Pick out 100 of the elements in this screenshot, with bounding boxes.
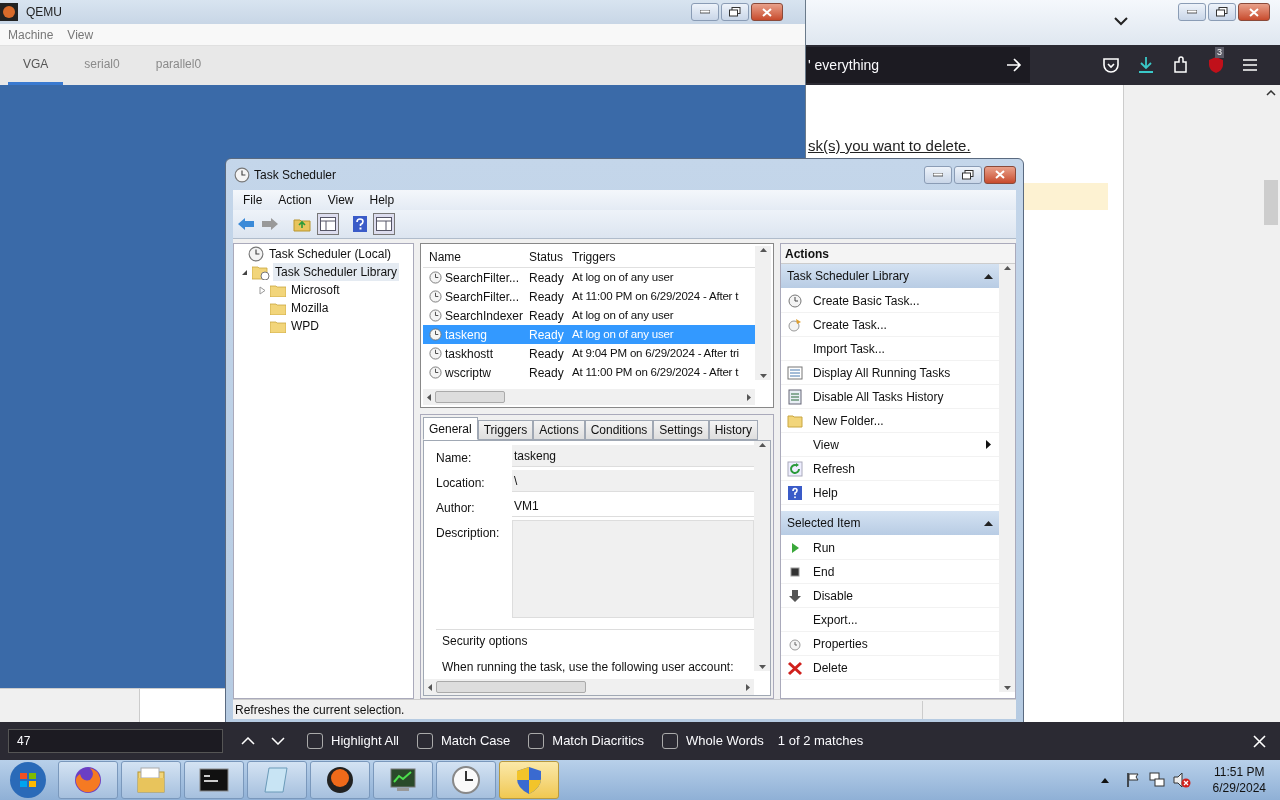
scroll-down-icon[interactable] xyxy=(1003,686,1011,690)
show-action-pane-button[interactable] xyxy=(373,213,395,235)
command-item[interactable]: New Folder... xyxy=(781,409,999,433)
scroll-up-icon[interactable] xyxy=(758,443,766,447)
section-header[interactable]: Selected Item xyxy=(781,511,999,535)
menu-item[interactable]: Machine xyxy=(8,25,54,44)
tab[interactable]: Actions xyxy=(533,420,585,440)
download-icon[interactable] xyxy=(1137,56,1155,74)
command-item[interactable]: Refresh xyxy=(781,457,999,481)
help-icon[interactable] xyxy=(353,216,367,232)
menu-item[interactable]: File xyxy=(243,191,263,209)
security-text: When running the task, use the following user account: xyxy=(442,659,735,676)
scroll-thumb[interactable] xyxy=(436,681,586,693)
folder-up-icon[interactable] xyxy=(293,216,311,232)
arrow-right-icon[interactable] xyxy=(1006,58,1022,72)
close-button[interactable] xyxy=(984,165,1016,184)
scroll-left-icon[interactable] xyxy=(427,393,431,401)
task-row[interactable]: wscriptw Ready At 11:00 PM on 6/29/2024 - After t xyxy=(423,363,755,382)
close-button[interactable] xyxy=(1238,3,1270,21)
horizontal-scrollbar[interactable] xyxy=(424,679,754,695)
tab[interactable]: Settings xyxy=(653,420,709,440)
column-header[interactable]: Name xyxy=(423,247,523,266)
tab[interactable]: General xyxy=(423,417,478,440)
tree-item[interactable]: Task Scheduler (Local) xyxy=(267,245,394,263)
command-item[interactable]: Run xyxy=(781,536,999,560)
restore-button[interactable] xyxy=(954,165,982,184)
horizontal-scrollbar[interactable] xyxy=(423,389,755,405)
tree-item[interactable]: Mozilla xyxy=(289,299,331,317)
collapse-icon[interactable] xyxy=(984,520,993,526)
pocket-icon[interactable] xyxy=(1102,56,1120,74)
taskbar-button[interactable] xyxy=(373,761,433,799)
task-row[interactable]: taskhostt Ready At 9:04 PM on 6/29/2024 - After tri xyxy=(423,344,755,363)
command-item[interactable]: View xyxy=(781,433,999,457)
task-row[interactable]: SearchFilter... Ready At log on of any user xyxy=(423,268,755,287)
checkbox[interactable] xyxy=(662,733,679,749)
task-row[interactable]: SearchFilter... Ready At 11:00 PM on 6/29/2024 - After t xyxy=(423,287,755,306)
collapse-icon[interactable] xyxy=(984,273,993,279)
speaker-muted-icon[interactable] xyxy=(1172,772,1191,788)
clock-time[interactable]: 11:51 PM xyxy=(1214,764,1265,780)
command-item[interactable]: End xyxy=(781,560,999,584)
close-icon[interactable] xyxy=(1253,734,1266,748)
puzzle-icon[interactable] xyxy=(1172,56,1190,74)
scroll-right-icon[interactable] xyxy=(746,683,750,691)
show-pane-button[interactable] xyxy=(317,213,339,235)
taskbar-button[interactable] xyxy=(184,761,244,799)
checkbox[interactable] xyxy=(416,733,433,749)
network-icon[interactable] xyxy=(1148,772,1165,788)
chevron-up-icon[interactable] xyxy=(241,737,255,745)
scroll-down-icon[interactable] xyxy=(759,374,767,378)
find-field[interactable]: 47 xyxy=(8,729,223,753)
section-header[interactable]: Task Scheduler Library xyxy=(781,264,999,288)
close-button[interactable] xyxy=(751,3,783,21)
restore-button[interactable] xyxy=(1208,3,1236,21)
tab[interactable]: Conditions xyxy=(584,420,654,440)
scrollbar[interactable] xyxy=(754,441,770,671)
tree-item[interactable]: Microsoft xyxy=(289,281,342,299)
scroll-up-icon[interactable] xyxy=(1003,266,1011,270)
command-item[interactable]: Disable xyxy=(781,584,999,608)
command-item[interactable]: Display All Running Tasks xyxy=(781,361,999,385)
scrollbar[interactable] xyxy=(755,246,771,380)
scroll-thumb[interactable] xyxy=(1264,180,1278,225)
tray-arrow-icon[interactable] xyxy=(1100,777,1109,783)
restore-button[interactable] xyxy=(721,3,749,21)
scrollbar[interactable] xyxy=(999,264,1015,692)
column-header[interactable]: Triggers xyxy=(567,247,755,266)
chevron-down-icon[interactable] xyxy=(1114,17,1128,26)
description-field[interactable] xyxy=(512,520,754,618)
command-item[interactable]: Delete xyxy=(781,656,999,680)
tree-item[interactable]: Task Scheduler Library xyxy=(273,263,400,281)
tab[interactable]: History xyxy=(708,420,759,440)
command-item[interactable]: Disable All Tasks History xyxy=(781,385,999,409)
scroll-down-icon[interactable] xyxy=(758,665,766,669)
scroll-up-icon[interactable] xyxy=(759,248,767,252)
command-item[interactable]: Help xyxy=(781,481,999,505)
menu-icon[interactable] xyxy=(1242,58,1258,72)
start-button[interactable] xyxy=(8,761,48,799)
field-value[interactable]: taskeng xyxy=(512,445,754,467)
checkbox[interactable] xyxy=(307,733,323,749)
clock-date[interactable]: 6/29/2024 xyxy=(1212,780,1266,796)
command-item[interactable]: Create Task... xyxy=(781,313,999,337)
command-item[interactable]: Properties xyxy=(781,632,999,656)
scroll-thumb[interactable] xyxy=(435,391,505,403)
address-bar[interactable]: ' everything xyxy=(806,47,1030,83)
menu-item[interactable]: Action xyxy=(278,191,312,209)
taskbar-button[interactable] xyxy=(310,761,370,799)
scroll-up-icon[interactable] xyxy=(1266,90,1276,96)
back-icon[interactable] xyxy=(237,217,255,231)
scroll-right-icon[interactable] xyxy=(747,393,751,401)
command-item[interactable]: Create Basic Task... xyxy=(781,289,999,313)
checkbox[interactable] xyxy=(528,733,545,749)
column-header[interactable]: Status xyxy=(523,247,567,266)
menu-item[interactable]: View xyxy=(67,25,94,44)
task-row[interactable]: SearchIndexer Ready At log on of any user xyxy=(423,306,755,325)
flag-icon[interactable] xyxy=(1124,772,1141,788)
tree-item[interactable]: WPD xyxy=(289,317,321,335)
menu-item[interactable]: View xyxy=(327,191,354,209)
tab[interactable]: Triggers xyxy=(477,420,534,440)
field-value[interactable]: \ xyxy=(512,470,754,492)
scroll-left-icon[interactable] xyxy=(428,683,432,691)
menu-item[interactable]: Help xyxy=(369,191,395,209)
